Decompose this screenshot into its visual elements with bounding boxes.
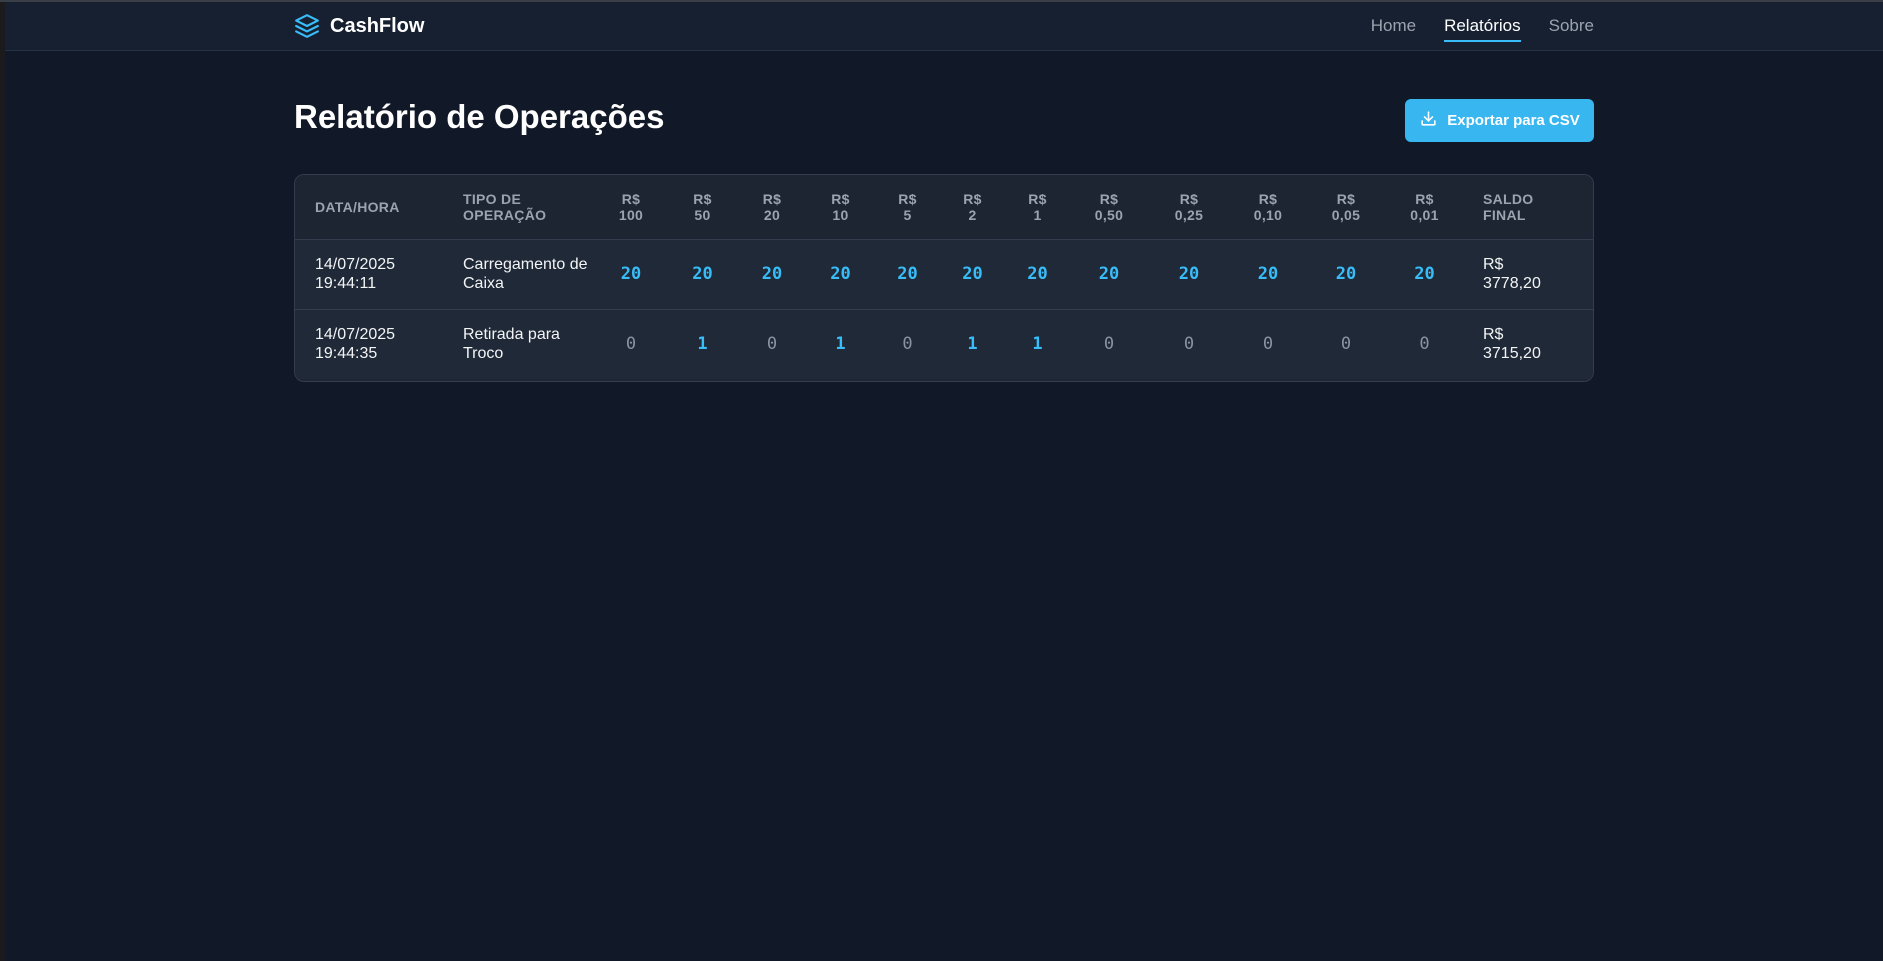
header-denomination: R$ 0,50: [1070, 175, 1148, 240]
header-final-balance: SALDO FINAL: [1463, 175, 1593, 240]
operations-table-card: DATA/HORA TIPO DE OPERAÇÃO R$ 100 R$ 50 R$…: [294, 174, 1594, 382]
cell-quantity: 20: [1027, 263, 1048, 284]
cell-quantity: 20: [1414, 263, 1435, 284]
cell-datetime: 14/07/2025 19:44:35: [295, 308, 443, 379]
header-denomination: R$ 0,25: [1148, 175, 1230, 240]
page-title: Relatório de Operações: [294, 98, 665, 135]
cell-quantity: 20: [761, 263, 783, 284]
cell-quantity: 20: [830, 263, 851, 284]
header-denomination: R$ 0,10: [1230, 175, 1306, 240]
cell-quantity: 1: [806, 308, 875, 379]
export-csv-button[interactable]: Exportar para CSV: [1405, 99, 1594, 142]
cell-operation-type: Carregamento de Caixa: [463, 256, 588, 292]
download-icon: [1419, 109, 1438, 132]
cell-quantity: 0: [1306, 308, 1386, 379]
cell-final-balance: R$ 3715,20: [1463, 308, 1593, 379]
cell-quantity: 20: [692, 263, 713, 284]
cell-quantity: 0: [738, 308, 806, 379]
cell-quantity: 1: [940, 308, 1005, 379]
cell-quantity: 20: [1257, 263, 1279, 284]
export-csv-label: Exportar para CSV: [1447, 112, 1580, 129]
nav-link-relatorios[interactable]: Relatórios: [1444, 16, 1521, 42]
header-denomination: R$ 20: [738, 175, 806, 240]
cell-datetime: 14/07/2025 19:44:11: [315, 256, 396, 292]
cell-quantity: 1: [667, 308, 738, 379]
header-denomination: R$ 5: [875, 175, 940, 240]
header-denomination: R$ 0,05: [1306, 175, 1386, 240]
cell-quantity: 0: [1386, 308, 1463, 379]
cell-quantity: 20: [1178, 263, 1200, 284]
cell-quantity: 1: [1005, 308, 1070, 379]
cell-quantity: 0: [595, 308, 667, 379]
header-datetime: DATA/HORA: [295, 175, 443, 240]
brand-logo-link[interactable]: CashFlow: [294, 2, 424, 50]
cell-operation-type: Retirada para Troco: [443, 308, 595, 379]
header-denomination: R$ 0,01: [1386, 175, 1463, 240]
layers-icon: [294, 13, 320, 39]
nav-links: Home Relatórios Sobre: [1371, 2, 1594, 50]
cell-quantity: 20: [962, 263, 983, 284]
brand-name: CashFlow: [330, 14, 425, 37]
cell-quantity: 0: [875, 308, 940, 379]
table-row: 14/07/2025 19:44:11 Carregamento de Caix…: [295, 239, 1593, 309]
cell-quantity: 20: [620, 263, 642, 284]
header-denomination: R$ 1: [1005, 175, 1070, 240]
top-navbar: CashFlow Home Relatórios Sobre: [5, 2, 1883, 51]
header-denomination: R$ 2: [940, 175, 1005, 240]
operations-table: DATA/HORA TIPO DE OPERAÇÃO R$ 100 R$ 50 R$…: [295, 175, 1593, 379]
cell-quantity: 20: [1098, 263, 1120, 284]
cell-quantity: 0: [1070, 308, 1148, 379]
cell-quantity: 20: [1335, 263, 1357, 284]
cell-final-balance: R$ 3778,20: [1483, 256, 1541, 292]
cell-quantity: 20: [897, 263, 918, 284]
header-denomination: R$ 100: [595, 175, 667, 240]
nav-link-sobre[interactable]: Sobre: [1549, 16, 1594, 36]
table-row: 14/07/2025 19:44:35 Retirada para Troco …: [295, 308, 1593, 379]
header-denomination: R$ 50: [667, 175, 738, 240]
header-denomination: R$ 10: [806, 175, 875, 240]
table-header-row: DATA/HORA TIPO DE OPERAÇÃO R$ 100 R$ 50 R$…: [295, 175, 1593, 240]
cell-quantity: 0: [1148, 308, 1230, 379]
nav-link-home[interactable]: Home: [1371, 16, 1416, 36]
navbar-container: CashFlow Home Relatórios Sobre: [294, 2, 1594, 50]
header-operation-type: TIPO DE OPERAÇÃO: [443, 175, 595, 240]
cell-quantity: 0: [1230, 308, 1306, 379]
window-left-edge: [0, 0, 5, 961]
